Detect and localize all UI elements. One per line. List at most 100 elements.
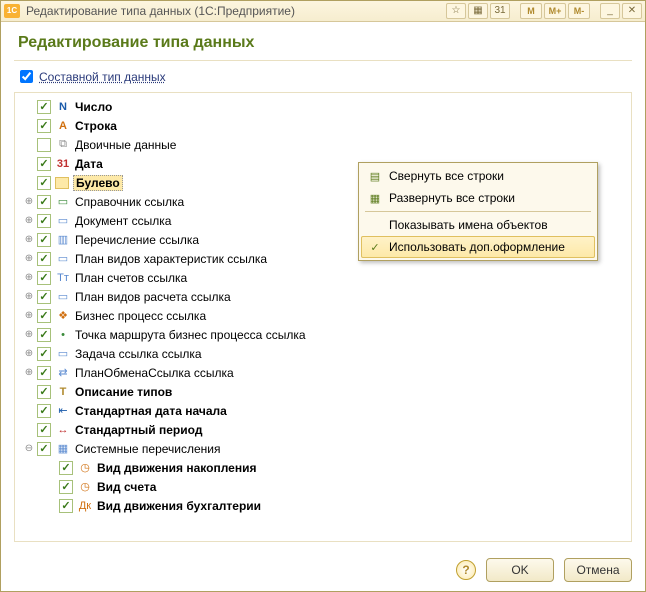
calculator-icon[interactable]: ▦ (468, 3, 488, 19)
tree-label: Вид движения накопления (97, 461, 256, 475)
tree-checkbox[interactable] (37, 271, 51, 285)
tree-label: Точка маршрута бизнес процесса ссылка (75, 328, 306, 342)
tree-checkbox[interactable] (37, 366, 51, 380)
expand-icon[interactable]: ⊕ (23, 272, 35, 284)
tree-row-binary[interactable]: ⊕⧉Двоичные данные (17, 135, 629, 154)
check-icon: ✓ (365, 239, 385, 255)
tree-row-stddate[interactable]: ⊕⇤Стандартная дата начала (17, 401, 629, 420)
tree-checkbox[interactable] (37, 195, 51, 209)
tree-checkbox[interactable] (37, 347, 51, 361)
context-menu: ▤ Свернуть все строки ▦Развернуть все стро… (358, 162, 598, 261)
document-icon: ▭ (55, 213, 71, 229)
menu-item-label: Развернуть все строки (389, 191, 515, 205)
tree-row-string[interactable]: ⊕AСтрока (17, 116, 629, 135)
tree-checkbox[interactable] (37, 309, 51, 323)
close-icon[interactable]: ✕ (622, 3, 642, 19)
expand-icon[interactable]: ⊕ (23, 291, 35, 303)
boolean-icon (55, 177, 69, 189)
compound-type-link[interactable]: Составной тип данных (39, 70, 166, 84)
typedesc-icon: T (55, 384, 71, 400)
expand-icon[interactable]: ⊕ (23, 253, 35, 265)
expand-icon[interactable]: ⊕ (23, 196, 35, 208)
tree-label: Бизнес процесс ссылка (75, 309, 206, 323)
expand-icon[interactable]: ⊕ (23, 329, 35, 341)
tree-label: Число (75, 100, 112, 114)
blank-icon (365, 217, 385, 233)
tree-label: Описание типов (75, 385, 172, 399)
tree-row-accounts[interactable]: ⊕TтПлан счетов ссылка (17, 268, 629, 287)
tree-checkbox[interactable] (37, 119, 51, 133)
tree-checkbox[interactable] (59, 480, 73, 494)
tree-label: Вид счета (97, 480, 156, 494)
tree-row-bproc[interactable]: ⊕❖Бизнес процесс ссылка (17, 306, 629, 325)
catalog-icon: ▭ (55, 194, 71, 210)
cancel-button[interactable]: Отмена (564, 558, 632, 582)
tree-row-exchange[interactable]: ⊕⇄ПланОбменаСсылка ссылка (17, 363, 629, 382)
tree-checkbox[interactable] (37, 385, 51, 399)
menu-item-expand[interactable]: ▦Развернуть все строки (361, 187, 595, 209)
tree-checkbox[interactable] (37, 100, 51, 114)
minimize-icon[interactable]: _ (600, 3, 620, 19)
tree-label: План счетов ссылка (75, 271, 187, 285)
tree-label: Системные перечисления (75, 442, 221, 456)
tree-icon: ▤ (365, 168, 385, 184)
tree-row-sysenum[interactable]: ⊖▦Системные перечисления (17, 439, 629, 458)
tree-checkbox[interactable] (37, 328, 51, 342)
menu-item-label: Использовать доп.оформление (389, 240, 565, 254)
tree-checkbox[interactable] (37, 157, 51, 171)
tree-checkbox[interactable] (37, 404, 51, 418)
body: Редактирование типа данных Составной тип… (0, 22, 646, 546)
memory-m-button[interactable]: M (520, 3, 542, 19)
tree-label: Справочник ссылка (75, 195, 184, 209)
expand-icon[interactable]: ⊕ (23, 367, 35, 379)
menu-item-extfmt[interactable]: ✓ Использовать доп.оформление (361, 236, 595, 258)
menu-item-label: Свернуть все строки (389, 169, 504, 183)
tree-checkbox[interactable] (37, 442, 51, 456)
expand-icon[interactable]: ⊕ (23, 310, 35, 322)
expand-icon[interactable]: ⊕ (23, 234, 35, 246)
tree-label: План видов расчета ссылка (75, 290, 231, 304)
tree-checkbox[interactable] (37, 176, 51, 190)
chartype-icon: ▭ (55, 251, 71, 267)
tree-row-acctype[interactable]: ⊕◷Вид счета (17, 477, 629, 496)
tree-label: Стандартный период (75, 423, 202, 437)
calendar-icon[interactable]: 31 (490, 3, 510, 19)
tree-row-typedesc[interactable]: ⊕TОписание типов (17, 382, 629, 401)
tree-row-route[interactable]: ⊕•Точка маршрута бизнес процесса ссылка (17, 325, 629, 344)
tree-label: Дата (75, 157, 103, 171)
tree-row-calckind[interactable]: ⊕▭План видов расчета ссылка (17, 287, 629, 306)
tree-checkbox[interactable] (37, 290, 51, 304)
tree-checkbox[interactable] (37, 252, 51, 266)
tree-checkbox[interactable] (59, 461, 73, 475)
type-tree[interactable]: ⊕NЧисло⊕AСтрока⊕⧉Двоичные данные⊕31Дата⊕… (14, 92, 632, 542)
menu-item-collapse[interactable]: ▤ Свернуть все строки (361, 165, 595, 187)
compound-type-checkbox[interactable] (20, 70, 33, 83)
tree-row-stdperiod[interactable]: ⊕↔Стандартный период (17, 420, 629, 439)
help-button[interactable]: ? (456, 560, 476, 580)
tree-checkbox[interactable] (37, 214, 51, 228)
expand-icon[interactable]: ⊕ (23, 215, 35, 227)
ok-button[interactable]: OK (486, 558, 554, 582)
stddate-icon: ⇤ (55, 403, 71, 419)
titlebar: 1C Редактирование типа данных (1С:Предпр… (0, 0, 646, 22)
menu-item-label: Показывать имена объектов (389, 218, 548, 232)
tree-checkbox[interactable] (37, 233, 51, 247)
collapse-icon[interactable]: ⊖ (23, 443, 35, 455)
titlebar-buttons: ☆ ▦ 31 M M+ M- _ ✕ (446, 3, 642, 19)
tree-checkbox[interactable] (37, 423, 51, 437)
favorite-icon[interactable]: ☆ (446, 3, 466, 19)
tree-checkbox[interactable] (37, 138, 51, 152)
tree-label: Вид движения бухгалтерии (97, 499, 261, 513)
memory-mplus-button[interactable]: M+ (544, 3, 566, 19)
menu-item-shownames[interactable]: Показывать имена объектов (361, 214, 595, 236)
menu-separator (365, 211, 591, 212)
number-icon: N (55, 99, 71, 115)
tree-row-number[interactable]: ⊕NЧисло (17, 97, 629, 116)
tree-checkbox[interactable] (59, 499, 73, 513)
tree-row-accum[interactable]: ⊕◷Вид движения накопления (17, 458, 629, 477)
tree-row-task[interactable]: ⊕▭Задача ссылка ссылка (17, 344, 629, 363)
memory-mminus-button[interactable]: M- (568, 3, 590, 19)
tree-row-bookkeep[interactable]: ⊕ДкВид движения бухгалтерии (17, 496, 629, 515)
expand-icon[interactable]: ⊕ (23, 348, 35, 360)
tree-label: План видов характеристик ссылка (75, 252, 267, 266)
